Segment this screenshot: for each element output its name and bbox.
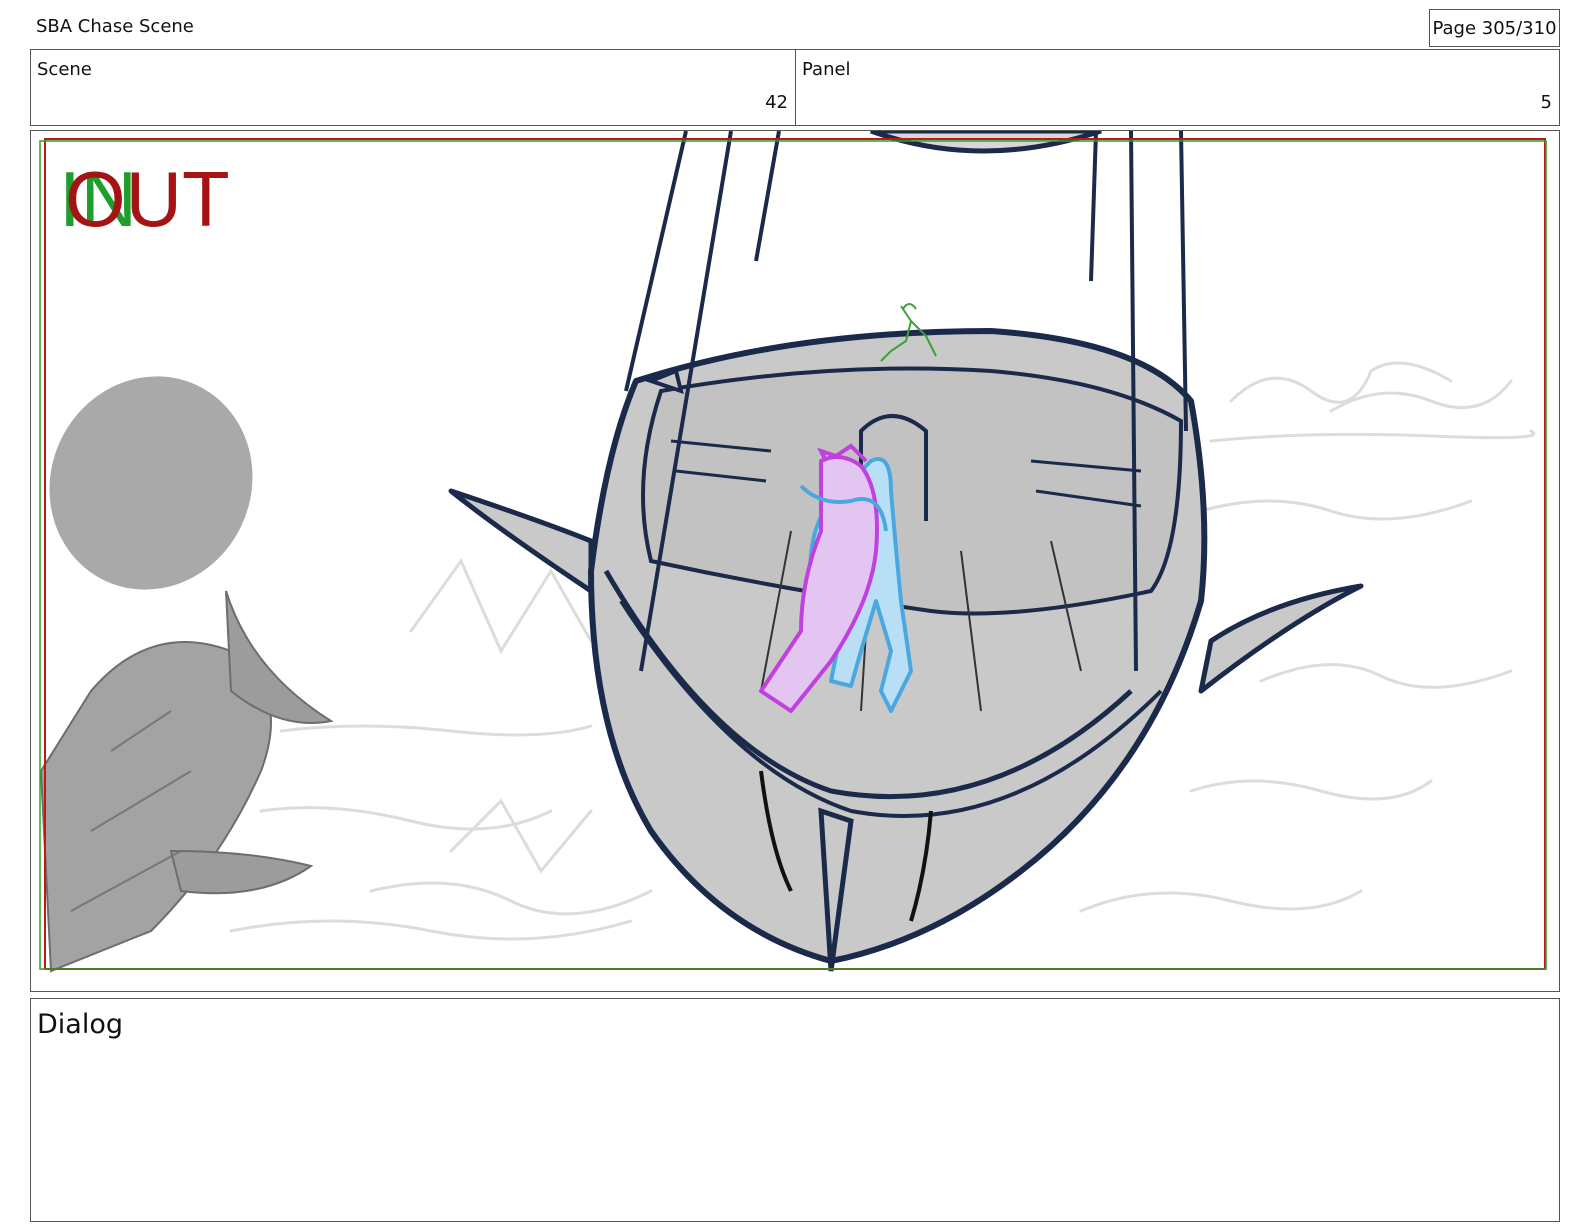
out-marker: OUT — [65, 155, 230, 243]
scene-label: Scene — [37, 59, 92, 80]
left-airship — [39, 376, 334, 973]
scene-cell: Scene 42 — [31, 50, 796, 125]
scene-panel-info-row: Scene 42 Panel 5 — [30, 49, 1560, 126]
panel-number: 5 — [1540, 92, 1552, 113]
storyboard-panel: IN OUT — [30, 130, 1560, 992]
page-indicator: Page 305/310 — [1429, 9, 1560, 47]
panel-drawing — [39, 131, 1547, 973]
panel-cell: Panel 5 — [796, 50, 1559, 125]
in-out-marker: IN OUT — [59, 159, 239, 239]
dialog-box[interactable]: Dialog — [30, 998, 1560, 1222]
dialog-label: Dialog — [37, 1009, 123, 1040]
panel-label: Panel — [802, 59, 851, 80]
central-airship — [448, 131, 1364, 972]
scene-number: 42 — [765, 92, 788, 113]
document-title: SBA Chase Scene — [36, 16, 194, 37]
